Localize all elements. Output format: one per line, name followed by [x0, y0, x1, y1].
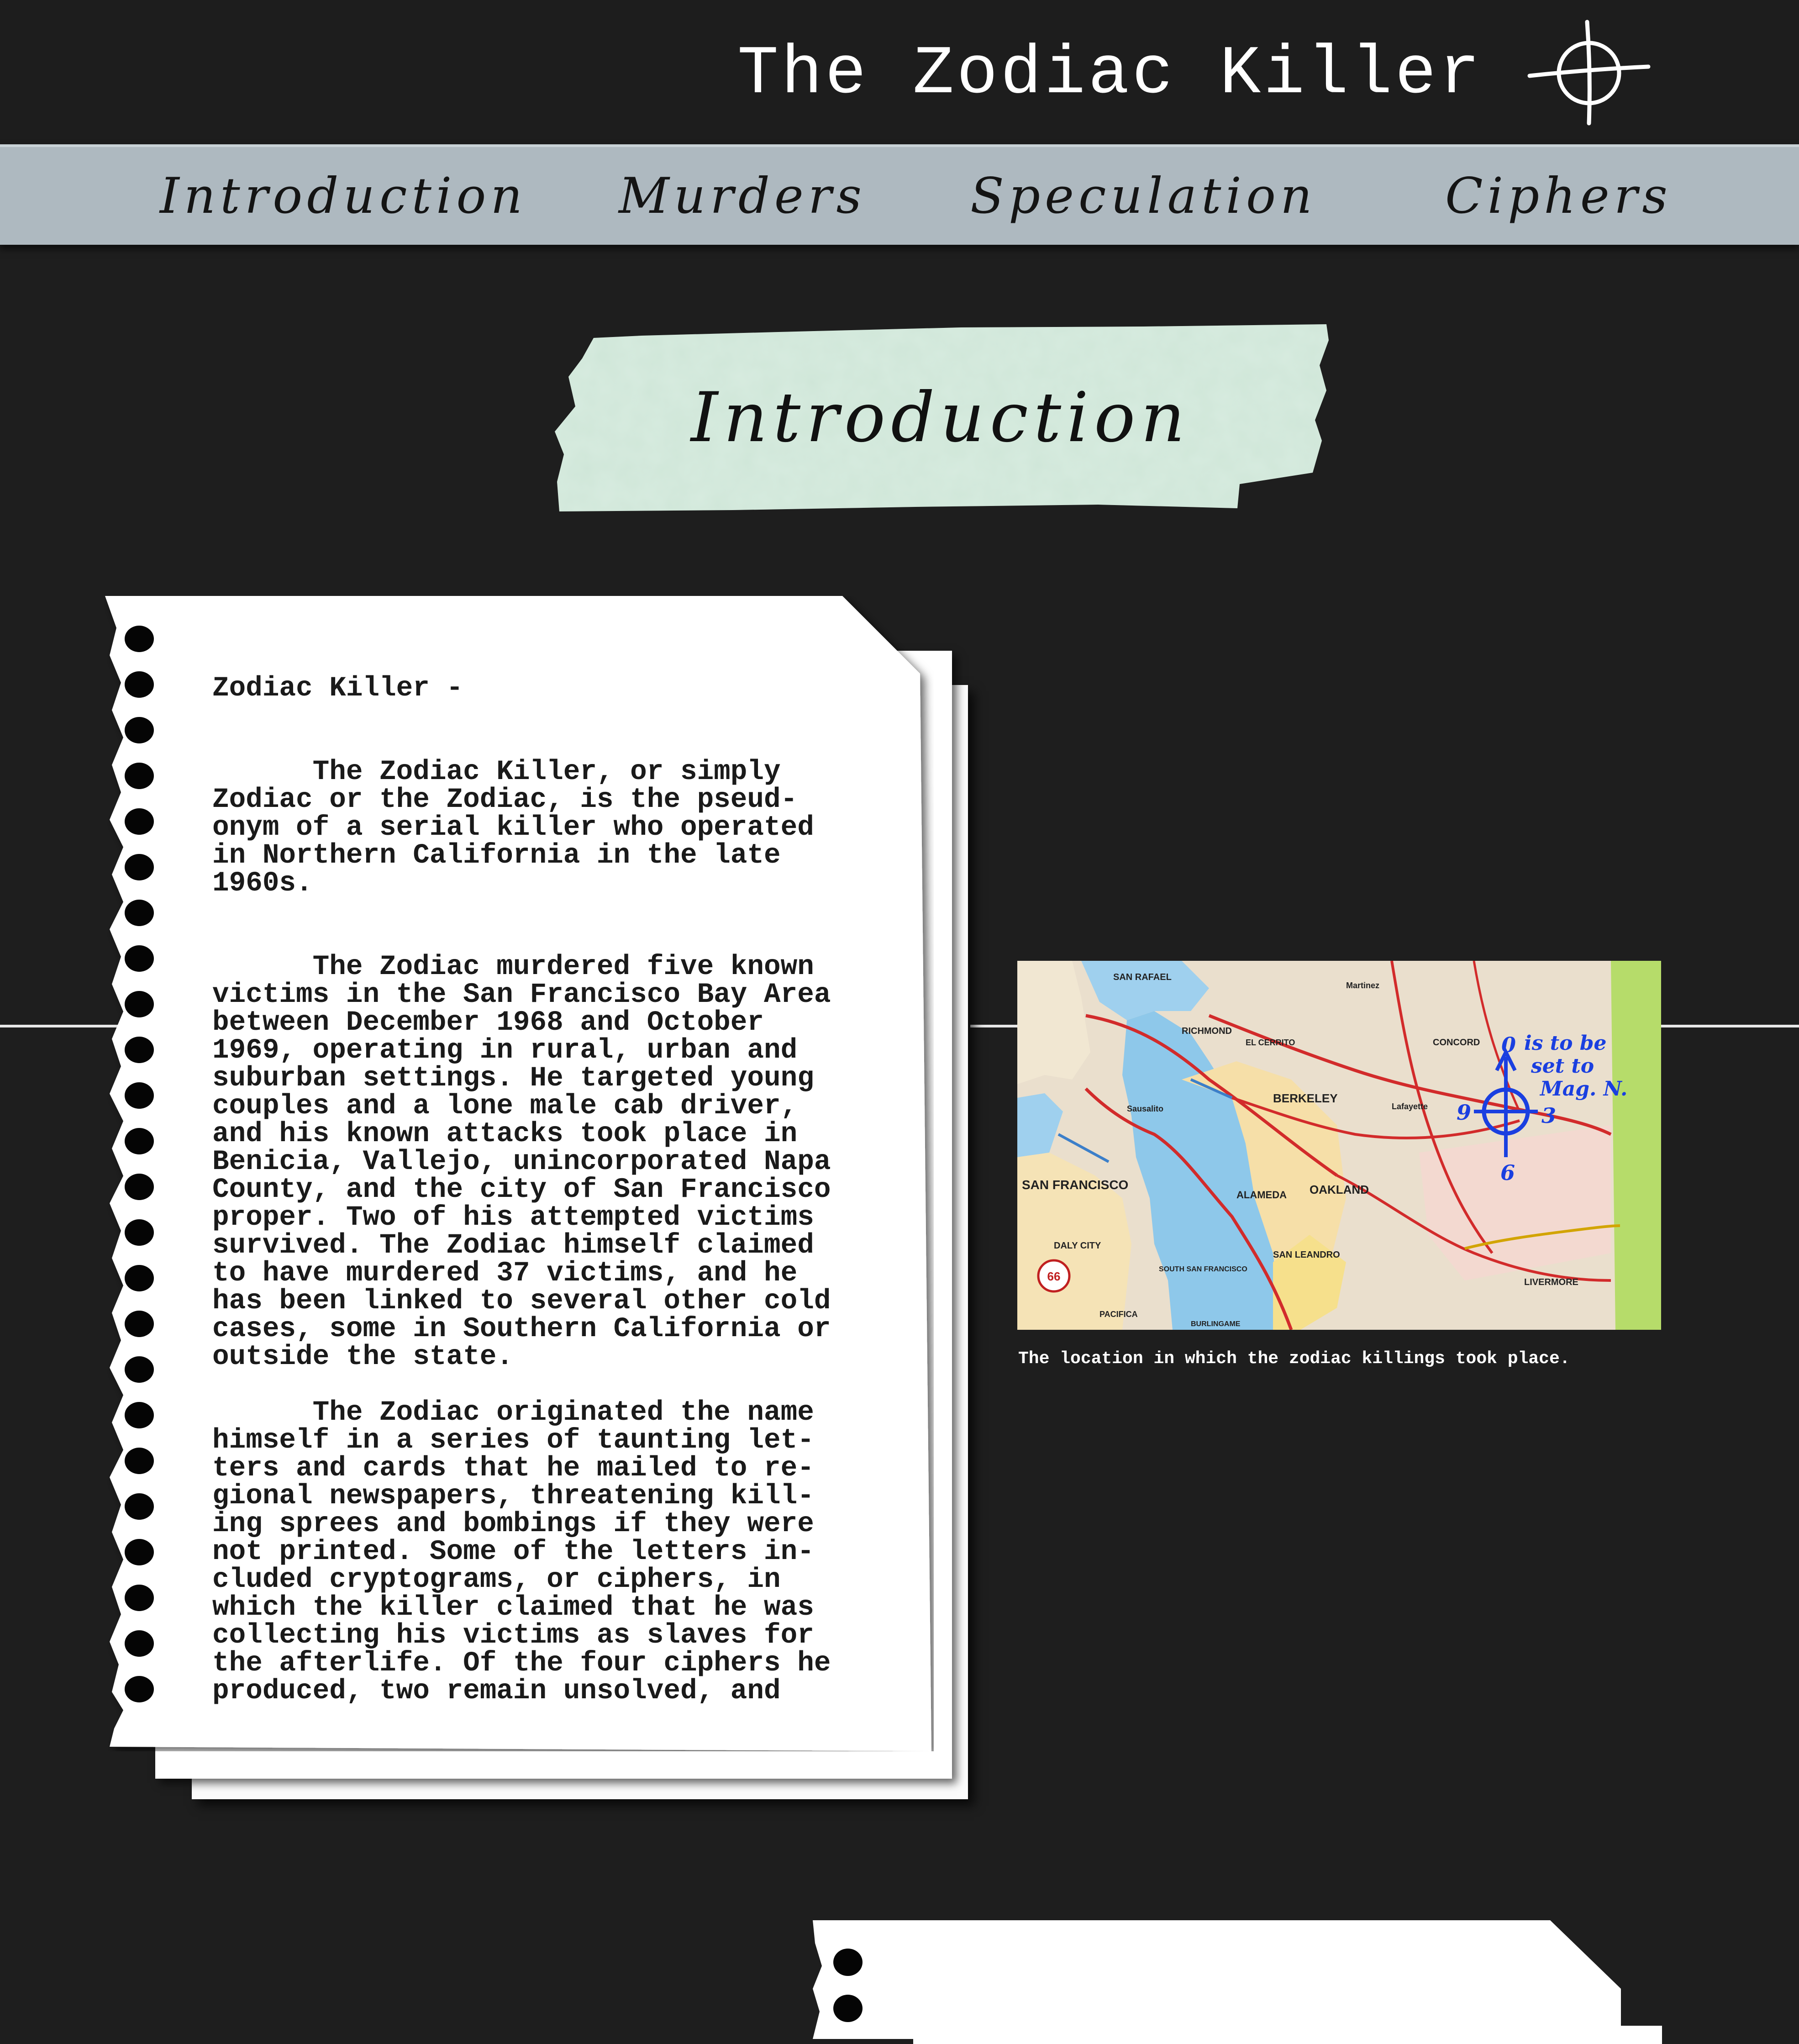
svg-text:SOUTH SAN FRANCISCO: SOUTH SAN FRANCISCO	[1159, 1265, 1247, 1273]
binder-hole	[125, 1311, 154, 1337]
svg-text:Mag. N.: Mag. N.	[1539, 1077, 1627, 1101]
binder-hole	[125, 1630, 154, 1657]
nav-item-ciphers[interactable]: Ciphers	[1445, 169, 1672, 224]
binder-hole	[125, 671, 154, 698]
svg-text:6: 6	[1500, 1160, 1515, 1185]
svg-text:3: 3	[1541, 1103, 1556, 1128]
site-title: The Zodiac Killer	[737, 36, 1483, 113]
binder-hole	[125, 1356, 154, 1383]
svg-text:RICHMOND: RICHMOND	[1182, 1026, 1232, 1036]
svg-text:9: 9	[1457, 1100, 1471, 1125]
svg-text:LIVERMORE: LIVERMORE	[1524, 1277, 1578, 1287]
svg-text:Sausalito: Sausalito	[1127, 1104, 1163, 1113]
svg-text:is to be: is to be	[1524, 1032, 1607, 1055]
section-title: Introduction	[691, 378, 1190, 458]
map-caption: The location in which the zodiac killing…	[1018, 1349, 1570, 1369]
svg-text:BURLINGAME: BURLINGAME	[1191, 1320, 1241, 1328]
binder-hole	[125, 1174, 154, 1200]
svg-text:Lafayette: Lafayette	[1392, 1102, 1428, 1111]
nav-item-speculation[interactable]: Speculation	[970, 169, 1317, 224]
svg-text:SAN RAFAEL: SAN RAFAEL	[1113, 972, 1172, 982]
svg-text:66: 66	[1047, 1270, 1061, 1283]
binder-hole	[125, 945, 154, 972]
svg-text:EL CERRITO: EL CERRITO	[1246, 1038, 1295, 1047]
binder-hole	[125, 1539, 154, 1565]
binder-hole	[125, 1265, 154, 1291]
svg-text:DALY CITY: DALY CITY	[1054, 1241, 1101, 1251]
svg-text:PACIFICA: PACIFICA	[1099, 1310, 1138, 1319]
notebook-paper-2	[810, 1920, 1623, 2039]
main-nav: Introduction Murders Speculation Ciphers	[0, 144, 1799, 245]
paper-shape-2	[813, 1920, 1621, 2039]
binder-hole	[125, 763, 154, 789]
svg-text:0: 0	[1501, 1033, 1516, 1057]
svg-text:SAN LEANDRO: SAN LEANDRO	[1273, 1250, 1340, 1260]
introduction-text: Zodiac Killer - The Zodiac Killer, or si…	[212, 673, 831, 1707]
svg-text:CONCORD: CONCORD	[1433, 1038, 1480, 1048]
binder-hole	[125, 854, 154, 880]
binder-hole	[125, 1676, 154, 1702]
binder-hole	[125, 1037, 154, 1063]
binder-hole	[125, 1219, 154, 1246]
binder-hole	[125, 626, 154, 652]
crosshair-icon	[1527, 20, 1651, 126]
divider-line-right	[1661, 1025, 1799, 1027]
binder-hole	[125, 808, 154, 835]
svg-text:ALAMEDA: ALAMEDA	[1236, 1189, 1287, 1201]
binder-hole	[125, 991, 154, 1017]
binder-hole	[125, 1448, 154, 1474]
nav-item-introduction[interactable]: Introduction	[160, 169, 527, 224]
section-title-tape: Introduction	[550, 322, 1331, 514]
binder-hole	[125, 1585, 154, 1611]
svg-text:BERKELEY: BERKELEY	[1273, 1091, 1338, 1105]
svg-text:set to: set to	[1531, 1054, 1594, 1078]
binder-hole	[125, 1493, 154, 1520]
bay-area-map: 66 SAN RAFAEL RICHMOND EL CERRITO BERKEL…	[1017, 961, 1661, 1330]
notebook-paper: Zodiac Killer - The Zodiac Killer, or si…	[103, 596, 934, 1751]
nav-item-murders[interactable]: Murders	[619, 169, 866, 224]
binder-hole	[125, 900, 154, 926]
binder-hole	[125, 1402, 154, 1428]
site-header: The Zodiac Killer	[0, 0, 1799, 144]
svg-text:Martinez: Martinez	[1346, 981, 1379, 990]
divider-line-middle	[970, 1025, 1018, 1027]
binder-hole	[125, 1128, 154, 1154]
svg-text:SAN FRANCISCO: SAN FRANCISCO	[1022, 1178, 1128, 1192]
svg-text:OAKLAND: OAKLAND	[1310, 1183, 1369, 1196]
binder-hole	[125, 1082, 154, 1109]
binder-hole	[125, 717, 154, 743]
map-image: 66 SAN RAFAEL RICHMOND EL CERRITO BERKEL…	[1017, 961, 1661, 1330]
